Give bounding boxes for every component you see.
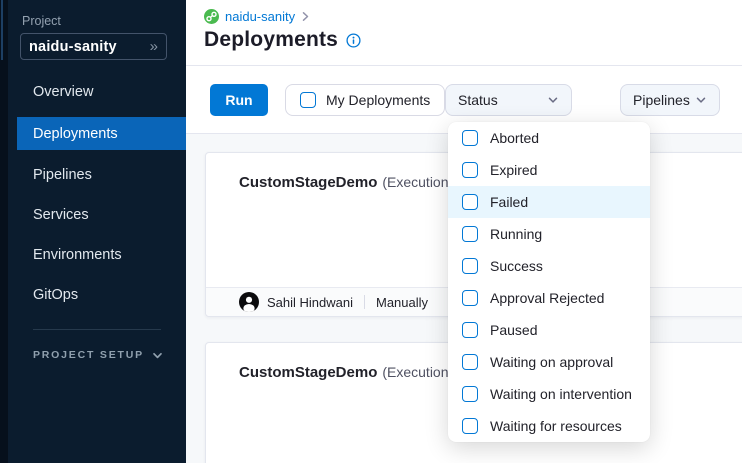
sidebar-item-pipelines[interactable]: Pipelines [0,161,186,189]
page-header: naidu-sanity Deployments [186,0,742,66]
status-filter-menu: Aborted Expired Failed Running Success A… [448,122,650,442]
sidebar-item-label: Environments [33,247,122,263]
sidebar-item-overview[interactable]: Overview [0,78,186,106]
breadcrumb: naidu-sanity [204,9,310,24]
status-option-expired[interactable]: Expired [448,154,650,186]
breadcrumb-project-link[interactable]: naidu-sanity [225,9,295,24]
chevron-down-icon [695,94,707,106]
execution-title-row: CustomStageDemo(Execution Id [239,364,464,382]
user-avatar-icon [239,292,259,312]
sidebar-item-label: Deployments [33,126,118,142]
project-sidebar: Project naidu-sanity » Overview Deployme… [0,0,186,463]
status-option-checkbox[interactable] [462,130,478,146]
status-option-checkbox[interactable] [462,290,478,306]
execution-title-row: CustomStageDemo(Execution Id [239,174,464,192]
my-deployments-checkbox[interactable] [300,92,316,108]
status-option-checkbox[interactable] [462,386,478,402]
sidebar-divider [33,329,161,330]
chevron-down-icon [152,350,163,361]
status-option-label: Running [490,226,542,242]
status-option-checkbox[interactable] [462,354,478,370]
sidebar-item-environments[interactable]: Environments [0,241,186,269]
pipelines-filter-label: Pipelines [633,92,690,108]
project-selector-value: naidu-sanity [29,39,117,55]
title-row: Deployments [204,28,361,52]
status-option-failed[interactable]: Failed [448,186,650,218]
run-button[interactable]: Run [210,84,268,116]
pipeline-name: CustomStageDemo [239,174,377,191]
app-window: Project naidu-sanity » Overview Deployme… [0,0,742,463]
module-rail [0,0,8,463]
sidebar-item-label: Pipelines [33,167,92,183]
sidebar-item-deployments[interactable]: Deployments [17,117,186,150]
status-option-checkbox[interactable] [462,258,478,274]
status-option-success[interactable]: Success [448,250,650,282]
status-option-label: Expired [490,162,537,178]
sidebar-item-label: GitOps [33,287,78,303]
expand-double-chevron-icon[interactable]: » [150,39,158,54]
project-setup-label: PROJECT SETUP [33,349,144,361]
status-option-label: Waiting on approval [490,354,613,370]
status-option-checkbox[interactable] [462,226,478,242]
status-filter-dropdown[interactable]: Status [445,84,572,116]
deployments-module-icon [204,9,219,24]
project-setup-toggle[interactable]: PROJECT SETUP [33,349,163,361]
status-option-checkbox[interactable] [462,322,478,338]
my-deployments-toggle[interactable]: My Deployments [285,84,445,116]
status-option-checkbox[interactable] [462,162,478,178]
info-icon[interactable] [346,33,361,48]
status-option-waiting-on-approval[interactable]: Waiting on approval [448,346,650,378]
status-option-waiting-on-intervention[interactable]: Waiting on intervention [448,378,650,410]
status-option-label: Aborted [490,130,539,146]
status-option-label: Approval Rejected [490,290,604,306]
status-option-approval-rejected[interactable]: Approval Rejected [448,282,650,314]
status-option-checkbox[interactable] [462,418,478,434]
pipeline-name: CustomStageDemo [239,364,377,381]
status-option-label: Waiting on intervention [490,386,632,402]
chevron-down-icon [547,94,559,106]
sidebar-item-label: Services [33,207,89,223]
trigger-type: Manually [376,295,428,310]
project-selector[interactable]: naidu-sanity » [20,33,167,60]
status-option-label: Paused [490,322,537,338]
status-option-aborted[interactable]: Aborted [448,122,650,154]
status-filter-label: Status [458,92,498,108]
status-option-checkbox[interactable] [462,194,478,210]
page-title: Deployments [204,28,338,52]
sidebar-item-gitops[interactable]: GitOps [0,281,186,309]
status-option-paused[interactable]: Paused [448,314,650,346]
status-option-waiting-for-resources[interactable]: Waiting for resources [448,410,650,442]
sidebar-item-services[interactable]: Services [0,201,186,229]
status-option-label: Failed [490,194,528,210]
my-deployments-label: My Deployments [326,92,430,108]
sidebar-item-label: Overview [33,84,93,100]
pipelines-filter-dropdown[interactable]: Pipelines [620,84,720,116]
status-option-running[interactable]: Running [448,218,650,250]
footer-separator [364,295,365,309]
triggered-by-name: Sahil Hindwani [267,295,353,310]
module-rail-indicator [1,0,3,60]
project-label: Project [22,14,61,28]
chevron-right-icon [301,11,310,22]
status-option-label: Waiting for resources [490,418,622,434]
status-option-label: Success [490,258,543,274]
